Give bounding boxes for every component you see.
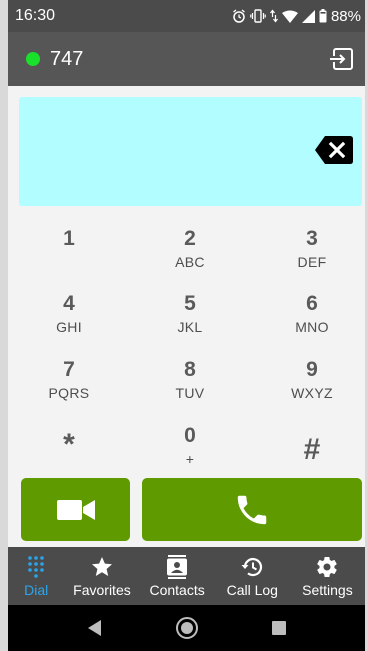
home-icon[interactable] (175, 616, 199, 640)
key-digit: 2 (184, 227, 196, 250)
signal-icon (301, 9, 315, 23)
key-6[interactable]: 6 MNO (257, 292, 367, 352)
key-letters: DEF (297, 254, 327, 270)
key-digit: 6 (306, 292, 318, 315)
key-7[interactable]: 7 PQRS (14, 358, 124, 418)
key-letters: + (185, 451, 195, 467)
key-digit: 9 (306, 358, 318, 381)
vibrate-icon (250, 9, 266, 23)
key-digit: 3 (306, 227, 318, 250)
key-digit: 8 (184, 358, 196, 381)
battery-icon (319, 9, 327, 23)
dialed-number-display[interactable] (19, 97, 362, 206)
bottom-navigation: Dial Favorites Contacts Call Log Setting… (8, 547, 365, 605)
key-digit: 4 (63, 292, 75, 315)
key-letters: ABC (175, 254, 205, 270)
account-number: 747 (50, 47, 84, 70)
key-letters: GHI (56, 319, 82, 335)
backspace-icon[interactable] (315, 136, 353, 164)
key-letters: MNO (295, 319, 329, 335)
nav-contacts[interactable]: Contacts (140, 547, 215, 605)
key-3[interactable]: 3 DEF (257, 227, 367, 287)
back-icon[interactable] (86, 619, 104, 637)
nav-call-log[interactable]: Call Log (215, 547, 290, 605)
wifi-icon (281, 10, 298, 23)
alarm-icon (233, 9, 245, 23)
logout-icon[interactable] (329, 46, 355, 72)
status-icons: 88% (232, 8, 361, 25)
battery-percent: 88% (330, 7, 361, 25)
gear-icon (317, 556, 338, 577)
nav-contacts-label: Contacts (149, 581, 205, 598)
nav-dial[interactable]: Dial (8, 547, 64, 605)
key-letters: TUV (175, 385, 205, 401)
voice-call-button[interactable] (142, 478, 362, 541)
video-camera-icon (56, 499, 95, 520)
system-navigation-bar (8, 605, 365, 651)
dialpad-icon (28, 555, 44, 578)
key-digit: 0 (184, 424, 196, 447)
nav-settings[interactable]: Settings (290, 547, 365, 605)
screen-frame-left (0, 0, 8, 651)
phone-icon (237, 495, 267, 524)
key-digit: 1 (63, 227, 75, 250)
status-bar: 16:30 88% (8, 0, 365, 32)
key-digit: 5 (184, 292, 196, 315)
key-digit: # (303, 433, 321, 466)
presence-status-dot (26, 52, 40, 66)
history-icon (241, 557, 263, 576)
key-5[interactable]: 5 JKL (135, 292, 245, 352)
nav-favorites-label: Favorites (73, 581, 131, 598)
key-1[interactable]: 1 (14, 227, 124, 287)
key-9[interactable]: 9 WXYZ (257, 358, 367, 418)
key-4[interactable]: 4 GHI (14, 292, 124, 352)
key-letters: WXYZ (291, 385, 333, 401)
nav-dial-label: Dial (24, 581, 49, 598)
data-arrows-icon (270, 9, 278, 23)
recents-icon[interactable] (271, 620, 287, 636)
key-2[interactable]: 2 ABC (135, 227, 245, 287)
key-letters: PQRS (48, 385, 90, 401)
contacts-icon (167, 554, 188, 579)
star-icon (91, 556, 112, 576)
key-digit: 7 (63, 358, 75, 381)
nav-call-log-label: Call Log (226, 581, 278, 598)
nav-favorites[interactable]: Favorites (64, 547, 139, 605)
key-digit: * (63, 428, 75, 461)
video-call-button[interactable] (21, 478, 130, 541)
key-letters: JKL (177, 319, 203, 335)
key-8[interactable]: 8 TUV (135, 358, 245, 418)
nav-settings-label: Settings (302, 581, 353, 598)
app-bar: 747 (8, 32, 365, 86)
key-0[interactable]: 0 + (135, 424, 245, 484)
status-time: 16:30 (15, 7, 56, 24)
